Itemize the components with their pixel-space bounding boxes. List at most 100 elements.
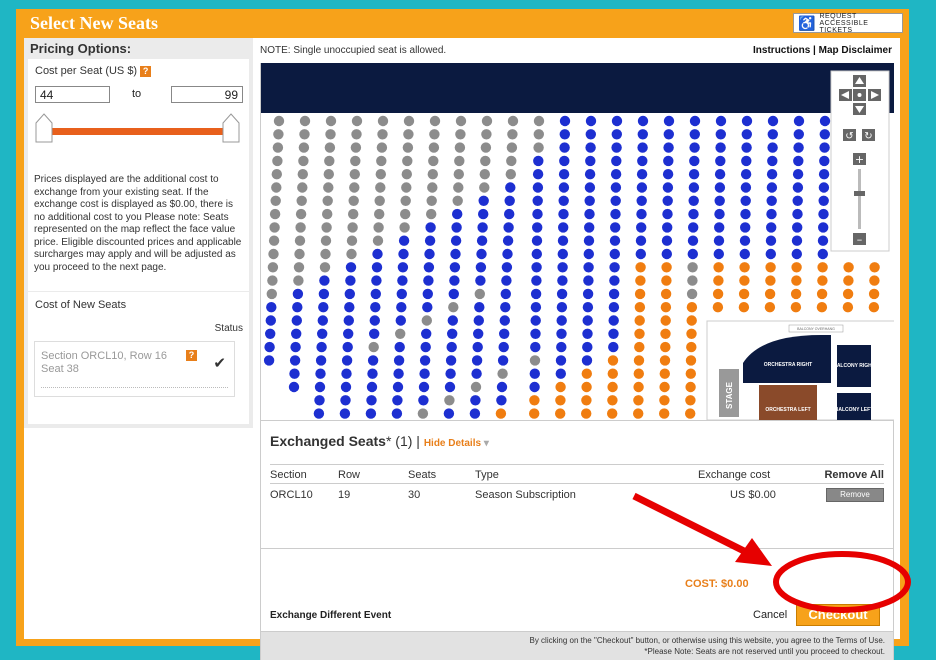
seat[interactable] xyxy=(817,262,828,273)
seat[interactable] xyxy=(532,169,544,180)
seat[interactable] xyxy=(637,129,648,140)
seat[interactable] xyxy=(505,182,516,193)
seat[interactable] xyxy=(347,222,358,233)
seat[interactable] xyxy=(687,248,698,260)
seat[interactable] xyxy=(478,208,489,220)
seat[interactable] xyxy=(663,142,674,153)
seat[interactable] xyxy=(818,208,829,220)
seat[interactable] xyxy=(559,155,570,167)
seat[interactable] xyxy=(530,315,541,326)
exchange-different-event-link[interactable]: Exchange Different Event xyxy=(270,610,391,621)
seat[interactable] xyxy=(688,208,699,220)
seat[interactable] xyxy=(453,169,464,180)
seat[interactable] xyxy=(365,408,377,419)
seat[interactable] xyxy=(320,248,331,260)
seat[interactable] xyxy=(715,155,726,167)
seat[interactable] xyxy=(297,182,308,193)
seat[interactable] xyxy=(661,235,673,246)
seat[interactable] xyxy=(610,195,621,206)
seat[interactable] xyxy=(393,355,405,366)
seat[interactable] xyxy=(396,288,407,300)
remove-all-link[interactable]: Remove All xyxy=(824,469,884,481)
seat[interactable] xyxy=(529,355,541,366)
seat[interactable] xyxy=(584,182,596,193)
seat[interactable] xyxy=(686,288,698,300)
seat[interactable] xyxy=(314,395,325,406)
seat[interactable] xyxy=(712,302,724,313)
seat[interactable] xyxy=(791,235,803,246)
seat[interactable] xyxy=(420,341,431,353)
seat[interactable] xyxy=(317,328,328,339)
seat[interactable] xyxy=(267,275,278,286)
seat[interactable] xyxy=(740,222,751,233)
seat[interactable] xyxy=(424,248,435,260)
seat[interactable] xyxy=(634,328,645,339)
seat[interactable] xyxy=(660,341,671,353)
seat[interactable] xyxy=(555,368,566,379)
seat[interactable] xyxy=(397,275,408,286)
seat[interactable] xyxy=(372,248,383,260)
seat[interactable] xyxy=(445,355,457,366)
seat[interactable] xyxy=(402,155,413,167)
seat[interactable] xyxy=(319,262,331,273)
seat[interactable] xyxy=(714,195,725,206)
seat[interactable] xyxy=(402,142,414,153)
seat[interactable] xyxy=(299,115,311,127)
seat[interactable] xyxy=(272,155,283,167)
seat[interactable] xyxy=(289,368,300,379)
seat[interactable] xyxy=(532,182,544,193)
seat[interactable] xyxy=(399,222,410,233)
seat[interactable] xyxy=(298,142,310,153)
seat[interactable] xyxy=(268,235,280,246)
seat[interactable] xyxy=(497,355,509,366)
seat[interactable] xyxy=(688,222,699,233)
seat[interactable] xyxy=(792,169,804,180)
seat[interactable] xyxy=(559,115,571,127)
seat[interactable] xyxy=(741,129,752,140)
seat[interactable] xyxy=(764,302,776,313)
seat[interactable] xyxy=(791,275,802,286)
seat[interactable] xyxy=(557,248,568,260)
seat[interactable] xyxy=(608,341,619,353)
seat[interactable] xyxy=(425,222,436,233)
seat[interactable] xyxy=(478,195,489,206)
seat[interactable] xyxy=(712,288,724,300)
seat[interactable] xyxy=(340,381,352,393)
seat[interactable] xyxy=(663,155,674,167)
seat[interactable] xyxy=(791,248,802,260)
seat[interactable] xyxy=(292,288,304,300)
seat[interactable] xyxy=(377,129,388,140)
seat[interactable] xyxy=(343,315,354,326)
seat[interactable] xyxy=(818,222,829,233)
seat[interactable] xyxy=(816,288,828,300)
seat[interactable] xyxy=(290,341,301,353)
seat[interactable] xyxy=(715,115,727,127)
seat[interactable] xyxy=(868,302,880,313)
seat[interactable] xyxy=(448,288,459,300)
seat[interactable] xyxy=(740,182,752,193)
seat[interactable] xyxy=(293,275,304,286)
seat[interactable] xyxy=(501,262,513,273)
seat[interactable] xyxy=(429,129,440,140)
seat[interactable] xyxy=(269,222,280,233)
seat[interactable] xyxy=(793,142,804,153)
seat[interactable] xyxy=(790,288,802,300)
seat[interactable] xyxy=(506,155,517,167)
seat[interactable] xyxy=(842,288,854,300)
seat[interactable] xyxy=(660,302,672,313)
seat[interactable] xyxy=(765,262,776,273)
seat[interactable] xyxy=(607,408,618,419)
seat[interactable] xyxy=(427,182,438,193)
seat[interactable] xyxy=(585,115,597,127)
seat[interactable] xyxy=(659,395,670,406)
checkout-button[interactable]: Checkout xyxy=(796,604,880,626)
seat-help-icon[interactable]: ? xyxy=(186,350,197,361)
seat[interactable] xyxy=(765,275,776,286)
seat[interactable] xyxy=(366,395,377,406)
seat[interactable] xyxy=(663,129,674,140)
venue-mini-map[interactable]: STAGE ORCHESTRA RIGHT ORCHESTRA LEFT BAL… xyxy=(706,320,894,420)
seat[interactable] xyxy=(687,275,698,286)
seat[interactable] xyxy=(765,235,777,246)
seat[interactable] xyxy=(659,408,670,419)
seat[interactable] xyxy=(480,142,492,153)
